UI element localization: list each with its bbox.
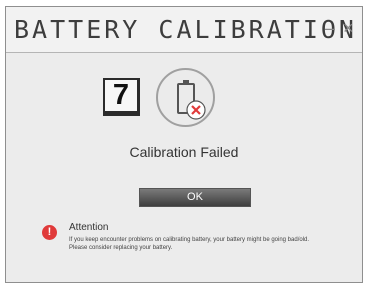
attention-line-2: Please consider replacing your battery. [69, 245, 173, 251]
dialog-window: BATTERY CALIBRATION – × 7 Calibration Fa… [5, 6, 363, 283]
attention-message: If you keep encounter problems on calibr… [69, 236, 359, 252]
attention-line-1: If you keep encounter problems on calibr… [69, 237, 310, 243]
battery-failed-icon [156, 68, 215, 127]
window-title: BATTERY CALIBRATION [14, 15, 357, 44]
title-bar: BATTERY CALIBRATION – × [6, 7, 362, 52]
step-number-badge: 7 [103, 78, 140, 116]
close-button[interactable]: × [343, 18, 354, 38]
attention-title: Attention [69, 222, 109, 233]
minimize-button[interactable]: – [325, 18, 335, 38]
status-text: Calibration Failed [129, 144, 239, 160]
ok-button[interactable]: OK [139, 188, 251, 207]
title-divider [6, 52, 362, 53]
exclamation-icon: ! [42, 225, 57, 240]
